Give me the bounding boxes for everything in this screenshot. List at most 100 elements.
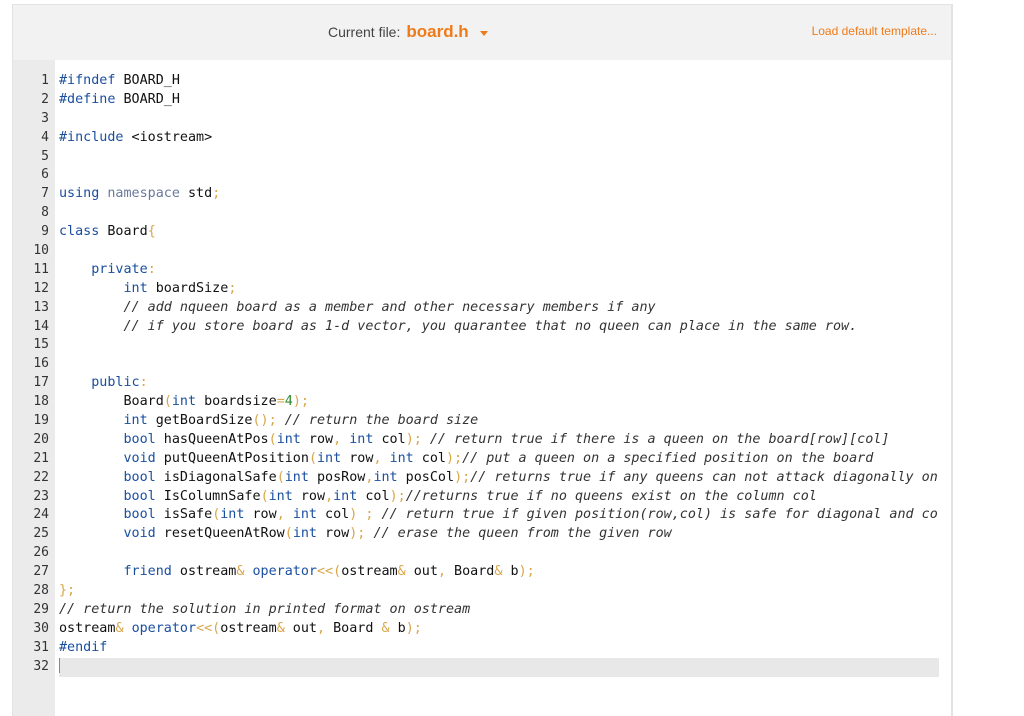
code-token: ( [308,450,317,466]
code-line[interactable]: 1 #ifndef BOARD_H [13,72,951,91]
line-number: 10 [33,243,49,259]
line-number: 8 [41,205,49,221]
code-line[interactable]: 15 [13,336,951,355]
editor-header: Current file: board.h Load default templ… [13,5,951,60]
code-token: posRow [308,469,366,485]
code-token: getBoardSize [147,413,253,429]
code-token: bool [123,431,156,447]
code-token: #endif [59,639,108,655]
code-line[interactable]: 13 // add nqueen board as a member and o… [13,299,951,318]
code-token: posCol [397,469,455,485]
line-content: void putQueenAtPosition(int row, int col… [59,450,939,469]
code-token: bool [123,469,156,485]
code-line[interactable]: 5 [13,148,951,167]
code-token: friend [123,564,172,580]
line-number: 17 [33,375,49,391]
code-token: boardsize [196,394,277,410]
code-token: row [341,450,374,466]
line-number: 16 [33,356,49,372]
code-line[interactable]: 24 bool isSafe(int row, int col) ; // re… [13,506,951,525]
code-line[interactable]: 6 [13,166,951,185]
line-number: 29 [33,601,49,617]
code-token: IsColumnSafe [155,488,261,504]
code-token: using [59,186,100,202]
code-line[interactable]: 29 // return the solution in printed form… [13,601,951,620]
line-number: 13 [33,299,49,315]
current-file-dropdown[interactable]: board.h [406,22,468,42]
code-token: , [276,507,285,523]
line-content: public: [59,374,939,393]
code-line[interactable]: 2 #define BOARD_H [13,91,951,110]
code-token: namespace [107,186,180,202]
code-line[interactable]: 23 bool IsColumnSafe(int row,int col);//… [13,488,951,507]
code-line[interactable]: 22 bool isDiagonalSafe(int posRow,int po… [13,469,951,488]
code-token: , [373,450,382,466]
chevron-down-icon[interactable] [479,30,488,36]
file-selector[interactable]: Current file: board.h [328,21,488,43]
line-content: bool hasQueenAtPos(int row, int col); //… [59,431,939,450]
code-token: <iostream> [123,129,213,145]
code-line[interactable]: 17 public: [13,374,951,393]
code-line[interactable]: 28}; [13,582,951,601]
code-token: ostream [341,564,398,580]
code-line[interactable]: 16 [13,355,951,374]
line-number: 12 [33,280,49,296]
code-line[interactable]: 30 ostream& operator<<(ostream& out, Boar… [13,620,951,639]
code-token: b [502,564,519,580]
code-line[interactable]: 25 void resetQueenAtRow(int row); // era… [13,525,951,544]
code-token: Board [59,394,164,410]
code-token: void [123,526,156,542]
code-token: #define [59,91,116,107]
code-line[interactable]: 32 [13,657,951,677]
code-token: #include [59,129,124,145]
code-token: int [171,394,197,410]
load-default-template-link[interactable]: Load default template... [812,24,937,38]
code-line[interactable]: 20 bool hasQueenAtPos(int row, int col);… [13,431,951,450]
code-token: ; [228,280,237,296]
code-token: ); [389,488,406,504]
code-line[interactable]: 8 [13,204,951,223]
code-line[interactable]: 14 // if you store board as 1-d vector, … [13,318,951,337]
line-number: 5 [41,148,49,164]
line-number: 19 [33,413,49,429]
code-token: // return the board size [284,413,479,429]
line-number: 14 [33,318,49,334]
code-line[interactable]: 27 friend ostream& operator<<(ostream& o… [13,563,951,582]
line-number: 32 [33,658,49,674]
line-number: 23 [33,488,49,504]
code-line[interactable]: 3 [13,110,951,129]
code-token: operator [252,564,318,580]
code-token: int [276,431,301,447]
line-content: using namespace std; [59,185,939,204]
code-token: ); [349,526,366,542]
code-line[interactable]: 11 private: [13,261,951,280]
code-token: ostream [59,620,116,636]
code-line[interactable]: 4 #include <iostream> [13,129,951,148]
code-line[interactable]: 10 [13,242,951,261]
line-number: 22 [33,469,49,485]
line-content: Board(int boardsize=4); [59,393,939,412]
code-token: //returns true if no queens exist on the… [405,488,817,504]
code-line[interactable]: 19 int getBoardSize(); // return the boa… [13,412,951,431]
code-token: col [373,431,406,447]
code-token: isSafe [155,507,213,523]
code-token: // returns true if any queens can not at… [470,469,938,485]
code-line[interactable]: 26 [13,544,951,563]
code-token: ostream [171,564,237,580]
code-line[interactable]: 9 class Board{ [13,223,951,242]
line-content: int boardSize; [59,280,939,299]
code-line[interactable]: 7 using namespace std; [13,185,951,204]
code-token: int [284,469,309,485]
line-number: 21 [33,450,49,466]
code-line[interactable]: 21 void putQueenAtPosition(int row, int … [13,450,951,469]
code-token: col [413,450,446,466]
code-token: ); [292,394,309,410]
code-line[interactable]: 18 Board(int boardsize=4); [13,393,951,412]
code-text-area[interactable]: 1 #ifndef BOARD_H 2 #define BOARD_H 3 4 #inclu… [13,72,951,677]
code-line[interactable]: 12 int boardSize; [13,280,951,299]
code-line[interactable]: 31 #endif [13,639,951,658]
line-content: }; [59,582,939,601]
